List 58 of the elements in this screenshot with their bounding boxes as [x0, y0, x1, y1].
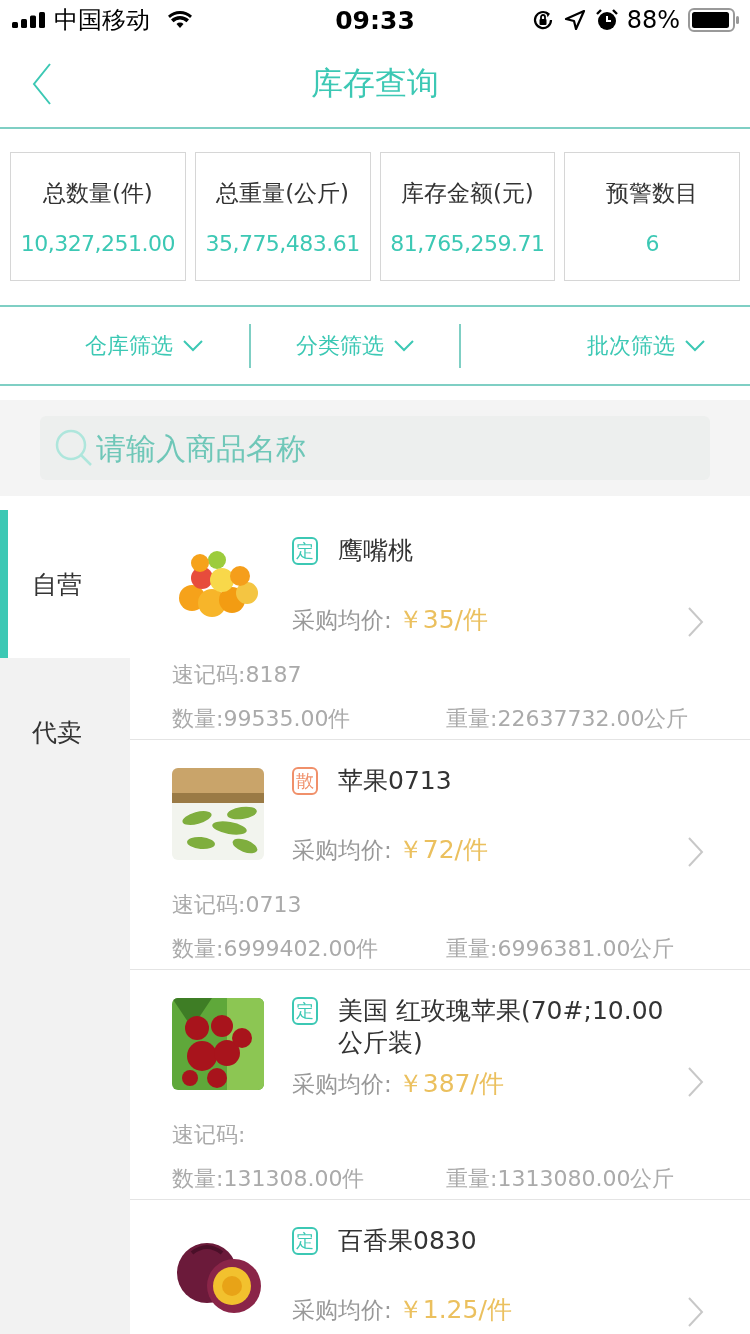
- wifi-icon: [168, 11, 192, 29]
- chevron-right-icon: [688, 1297, 704, 1327]
- type-tag: 定: [292, 1227, 318, 1255]
- quick-code: 速记码:: [172, 1121, 247, 1149]
- type-tag: 定: [292, 537, 318, 565]
- product-name: 鹰嘴桃: [338, 535, 414, 567]
- product-row[interactable]: 定 鹰嘴桃 采购均价: ￥35/件 速记码:8187 数量:99535.00件 重量:22637732.00公斤: [130, 510, 750, 740]
- weight-text: 重量:1313080.00公斤: [446, 1165, 675, 1193]
- quick-code: 速记码:0713: [172, 891, 303, 919]
- price-value: ￥35/件: [397, 604, 488, 636]
- status-time: 09:33: [334, 5, 416, 35]
- chevron-right-icon: [688, 1067, 704, 1097]
- stat-label: 库存金额(元): [400, 178, 534, 208]
- quantity-text: 数量:131308.00件: [172, 1165, 366, 1193]
- back-button[interactable]: [32, 61, 54, 106]
- quantity-text: 数量:99535.00件: [172, 705, 352, 733]
- back-chevron-icon: [32, 62, 52, 105]
- price-value: ￥1.25/件: [397, 1294, 512, 1326]
- stat-label: 预警数目: [606, 178, 699, 208]
- page-title: 库存查询: [311, 62, 439, 104]
- product-row[interactable]: 散 苹果0713 采购均价: ￥72/件 速记码:0713 数量:6999402.00件 重量:6996381.00公斤: [130, 740, 750, 970]
- caret-down-icon: [183, 339, 204, 352]
- caret-down-icon: [394, 339, 414, 352]
- product-row[interactable]: 定 美国 红玫瑰苹果(70#;10.00公斤装) 采购均价: ￥387/件 速记码: 数量:131308.00件 重量:1313080.00公斤: [130, 970, 750, 1200]
- location-arrow-icon: [562, 8, 587, 32]
- type-tag: 散: [292, 767, 318, 795]
- price-label: 采购均价:: [292, 1070, 392, 1099]
- chevron-right-icon: [688, 607, 704, 637]
- sidebar-tab[interactable]: 代卖: [0, 658, 130, 806]
- carrier-name: 中国移动: [54, 5, 150, 36]
- price-label: 采购均价:: [292, 606, 392, 635]
- product-name: 苹果0713: [338, 765, 453, 797]
- signal-icon: [12, 12, 46, 28]
- stat-value: 35,775,483.61: [205, 230, 360, 256]
- price-value: ￥387/件: [397, 1068, 504, 1100]
- product-name: 百香果0830: [338, 1225, 478, 1257]
- product-name: 美国 红玫瑰苹果(70#;10.00公斤装): [338, 995, 665, 1059]
- price-label: 采购均价:: [292, 1296, 392, 1325]
- weight-text: 重量:6996381.00公斤: [446, 935, 675, 963]
- quantity-text: 数量:6999402.00件: [172, 935, 380, 963]
- weight-text: 重量:22637732.00公斤: [446, 705, 689, 733]
- battery-icon: [688, 8, 740, 32]
- price-label: 采购均价:: [292, 836, 392, 865]
- stat-value: 6: [645, 230, 659, 256]
- battery-percent: 88%: [626, 6, 680, 34]
- chevron-right-icon: [688, 837, 704, 867]
- type-tag: 定: [292, 997, 318, 1025]
- stat-label: 总重量(公斤): [216, 178, 350, 208]
- quick-code: 速记码:8187: [172, 661, 303, 689]
- price-value: ￥72/件: [397, 834, 488, 866]
- sidebar-tab[interactable]: 自营: [0, 510, 130, 658]
- stat-label: 总数量(件): [42, 178, 153, 208]
- stat-value: 10,327,251.00: [20, 230, 176, 256]
- caret-down-icon: [684, 339, 705, 352]
- stat-value: 81,765,259.71: [390, 230, 545, 256]
- product-row[interactable]: 定 百香果0830 采购均价: ￥1.25/件: [130, 1200, 750, 1334]
- alarm-clock-icon: [594, 8, 619, 32]
- search-field[interactable]: 请输入商品名称: [40, 416, 710, 480]
